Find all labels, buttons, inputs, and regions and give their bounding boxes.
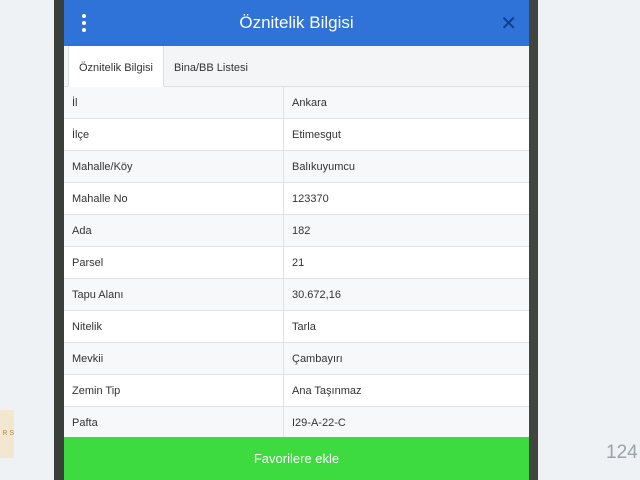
row-key: Mahalle/Köy (64, 150, 284, 183)
map-edge-right (528, 0, 538, 480)
table-row: İl Ankara (64, 87, 529, 119)
row-value: Etimesgut (283, 118, 529, 151)
dialog-title: Öznitelik Bilgisi (239, 13, 354, 32)
table-row: Parsel 21 (64, 246, 529, 279)
table-row: Ada 182 (64, 214, 529, 247)
row-key: Pafta (64, 406, 284, 439)
table-row: Mahalle/Köy Balıkuyumcu (64, 150, 529, 183)
map-edge-left (54, 0, 64, 480)
row-key: Parsel (64, 246, 284, 279)
table-row: Tapu Alanı 30.672,16 (64, 278, 529, 311)
tab-bar: Öznitelik Bilgisi Bina/BB Listesi (64, 45, 529, 87)
row-value: Tarla (283, 310, 529, 343)
table-row: Mahalle No 123370 (64, 182, 529, 215)
tab-building-list[interactable]: Bina/BB Listesi (164, 46, 258, 86)
row-key: Mevkii (64, 342, 284, 375)
row-key: Mahalle No (64, 182, 284, 215)
row-key: İlçe (64, 118, 284, 151)
table-row: Mevkii Çambayırı (64, 342, 529, 375)
row-key: Ada (64, 214, 284, 247)
row-value: Balıkuyumcu (283, 150, 529, 183)
close-icon[interactable]: ✕ (500, 11, 517, 36)
attribute-dialog: Öznitelik Bilgisi ✕ Öznitelik Bilgisi Bi… (64, 0, 529, 480)
attribute-table: İl Ankara İlçe Etimesgut Mahalle/Köy Balıku… (64, 87, 529, 439)
row-value: Ana Taşınmaz (283, 374, 529, 407)
row-value: I29-A-22-C (283, 406, 529, 439)
background-left (0, 0, 56, 480)
row-value: 21 (283, 246, 529, 279)
row-key: Nitelik (64, 310, 284, 343)
row-key: Tapu Alanı (64, 278, 284, 311)
row-key: Zemin Tip (64, 374, 284, 407)
table-row: İlçe Etimesgut (64, 118, 529, 151)
logo-fragment: R S (0, 410, 14, 458)
table-row: Pafta I29-A-22-C (64, 406, 529, 439)
kebab-menu-icon[interactable] (80, 14, 88, 34)
row-value: 182 (283, 214, 529, 247)
tab-attribute-info[interactable]: Öznitelik Bilgisi (68, 45, 164, 87)
dialog-header: Öznitelik Bilgisi ✕ (64, 0, 529, 46)
row-value: Çambayırı (283, 342, 529, 375)
table-row: Nitelik Tarla (64, 310, 529, 343)
row-key: İl (64, 87, 284, 119)
background-right (537, 0, 640, 480)
table-row: Zemin Tip Ana Taşınmaz (64, 374, 529, 407)
row-value: 123370 (283, 182, 529, 215)
add-to-favorites-button[interactable]: Favorilere ekle (64, 437, 529, 480)
corner-number: 124 (606, 442, 638, 463)
row-value: Ankara (283, 87, 529, 119)
row-value: 30.672,16 (283, 278, 529, 311)
